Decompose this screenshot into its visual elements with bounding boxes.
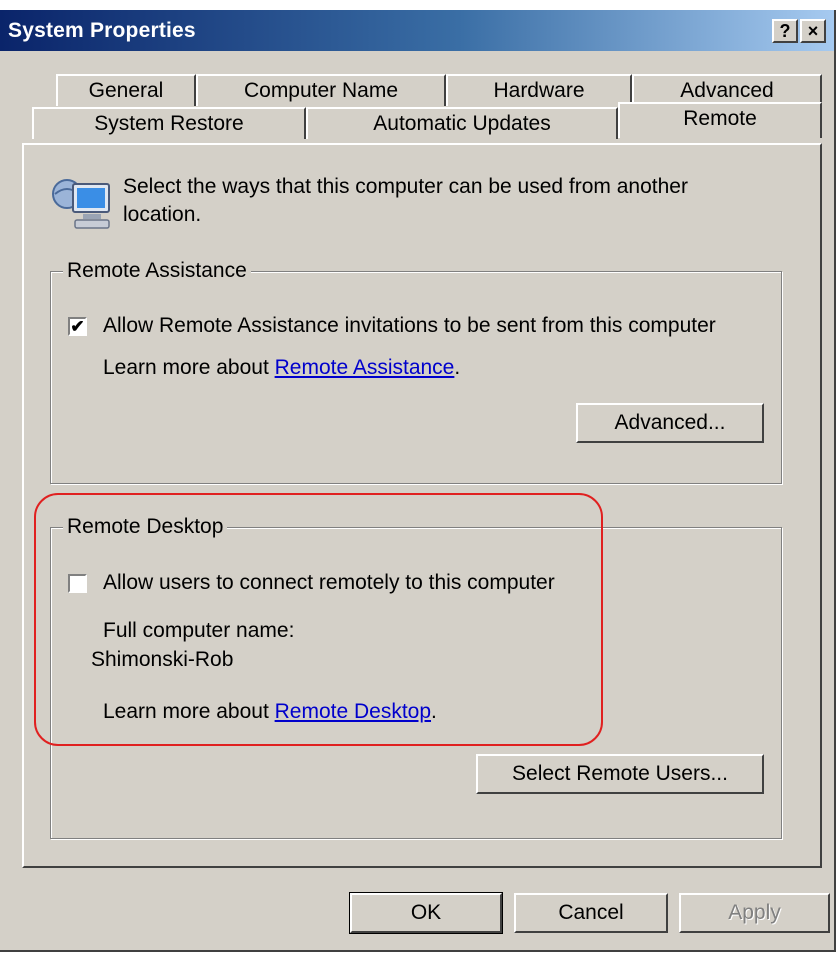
intro-text: Select the ways that this computer can b… [123, 175, 688, 226]
learn-more-prefix: Learn more about [103, 356, 275, 379]
close-button[interactable]: × [800, 19, 826, 43]
remote-desktop-checkbox-label[interactable]: Allow users to connect remotely to this … [103, 569, 555, 597]
remote-assistance-checkbox[interactable]: ✔ [68, 317, 87, 336]
remote-desktop-legend: Remote Desktop [63, 513, 228, 541]
select-remote-users-button[interactable]: Select Remote Users... [476, 754, 764, 794]
remote-assistance-link[interactable]: Remote Assistance [275, 356, 455, 379]
computer-icon [52, 179, 110, 229]
tab-computer-name[interactable]: Computer Name [196, 74, 446, 106]
apply-button[interactable]: Apply [679, 893, 830, 933]
title-bar[interactable]: System Properties ? × [0, 10, 834, 51]
help-button[interactable]: ? [772, 19, 798, 43]
tab-system-restore[interactable]: System Restore [32, 107, 306, 139]
computer-name-label: Full computer name: [103, 619, 295, 642]
tab-remote[interactable]: Remote [618, 102, 822, 138]
tab-hardware[interactable]: Hardware [446, 74, 632, 106]
remote-desktop-checkbox[interactable] [68, 574, 87, 593]
remote-assistance-group: Remote Assistance ✔ Allow Remote Assista… [50, 257, 782, 484]
remote-desktop-link[interactable]: Remote Desktop [275, 700, 431, 723]
system-properties-dialog: System Properties ? × General Computer N… [0, 10, 836, 952]
tab-automatic-updates[interactable]: Automatic Updates [306, 107, 618, 139]
ok-button[interactable]: OK [349, 892, 503, 934]
window-title: System Properties [8, 19, 196, 42]
computer-name-value: Shimonski-Rob [91, 648, 234, 671]
learn-more-suffix: . [454, 356, 461, 379]
cancel-button[interactable]: Cancel [514, 893, 668, 933]
learn-more-suffix: . [431, 700, 437, 723]
learn-more-prefix: Learn more about [103, 700, 275, 723]
remote-assistance-checkbox-label[interactable]: Allow Remote Assistance invitations to b… [103, 312, 716, 340]
remote-assistance-legend: Remote Assistance [63, 257, 251, 285]
remote-desktop-learn-more: Learn more about Remote Desktop. [103, 698, 437, 726]
remote-assistance-learn-more: Learn more about Remote Assistance. [103, 354, 460, 382]
tab-general[interactable]: General [56, 74, 196, 106]
advanced-button[interactable]: Advanced... [576, 403, 764, 443]
